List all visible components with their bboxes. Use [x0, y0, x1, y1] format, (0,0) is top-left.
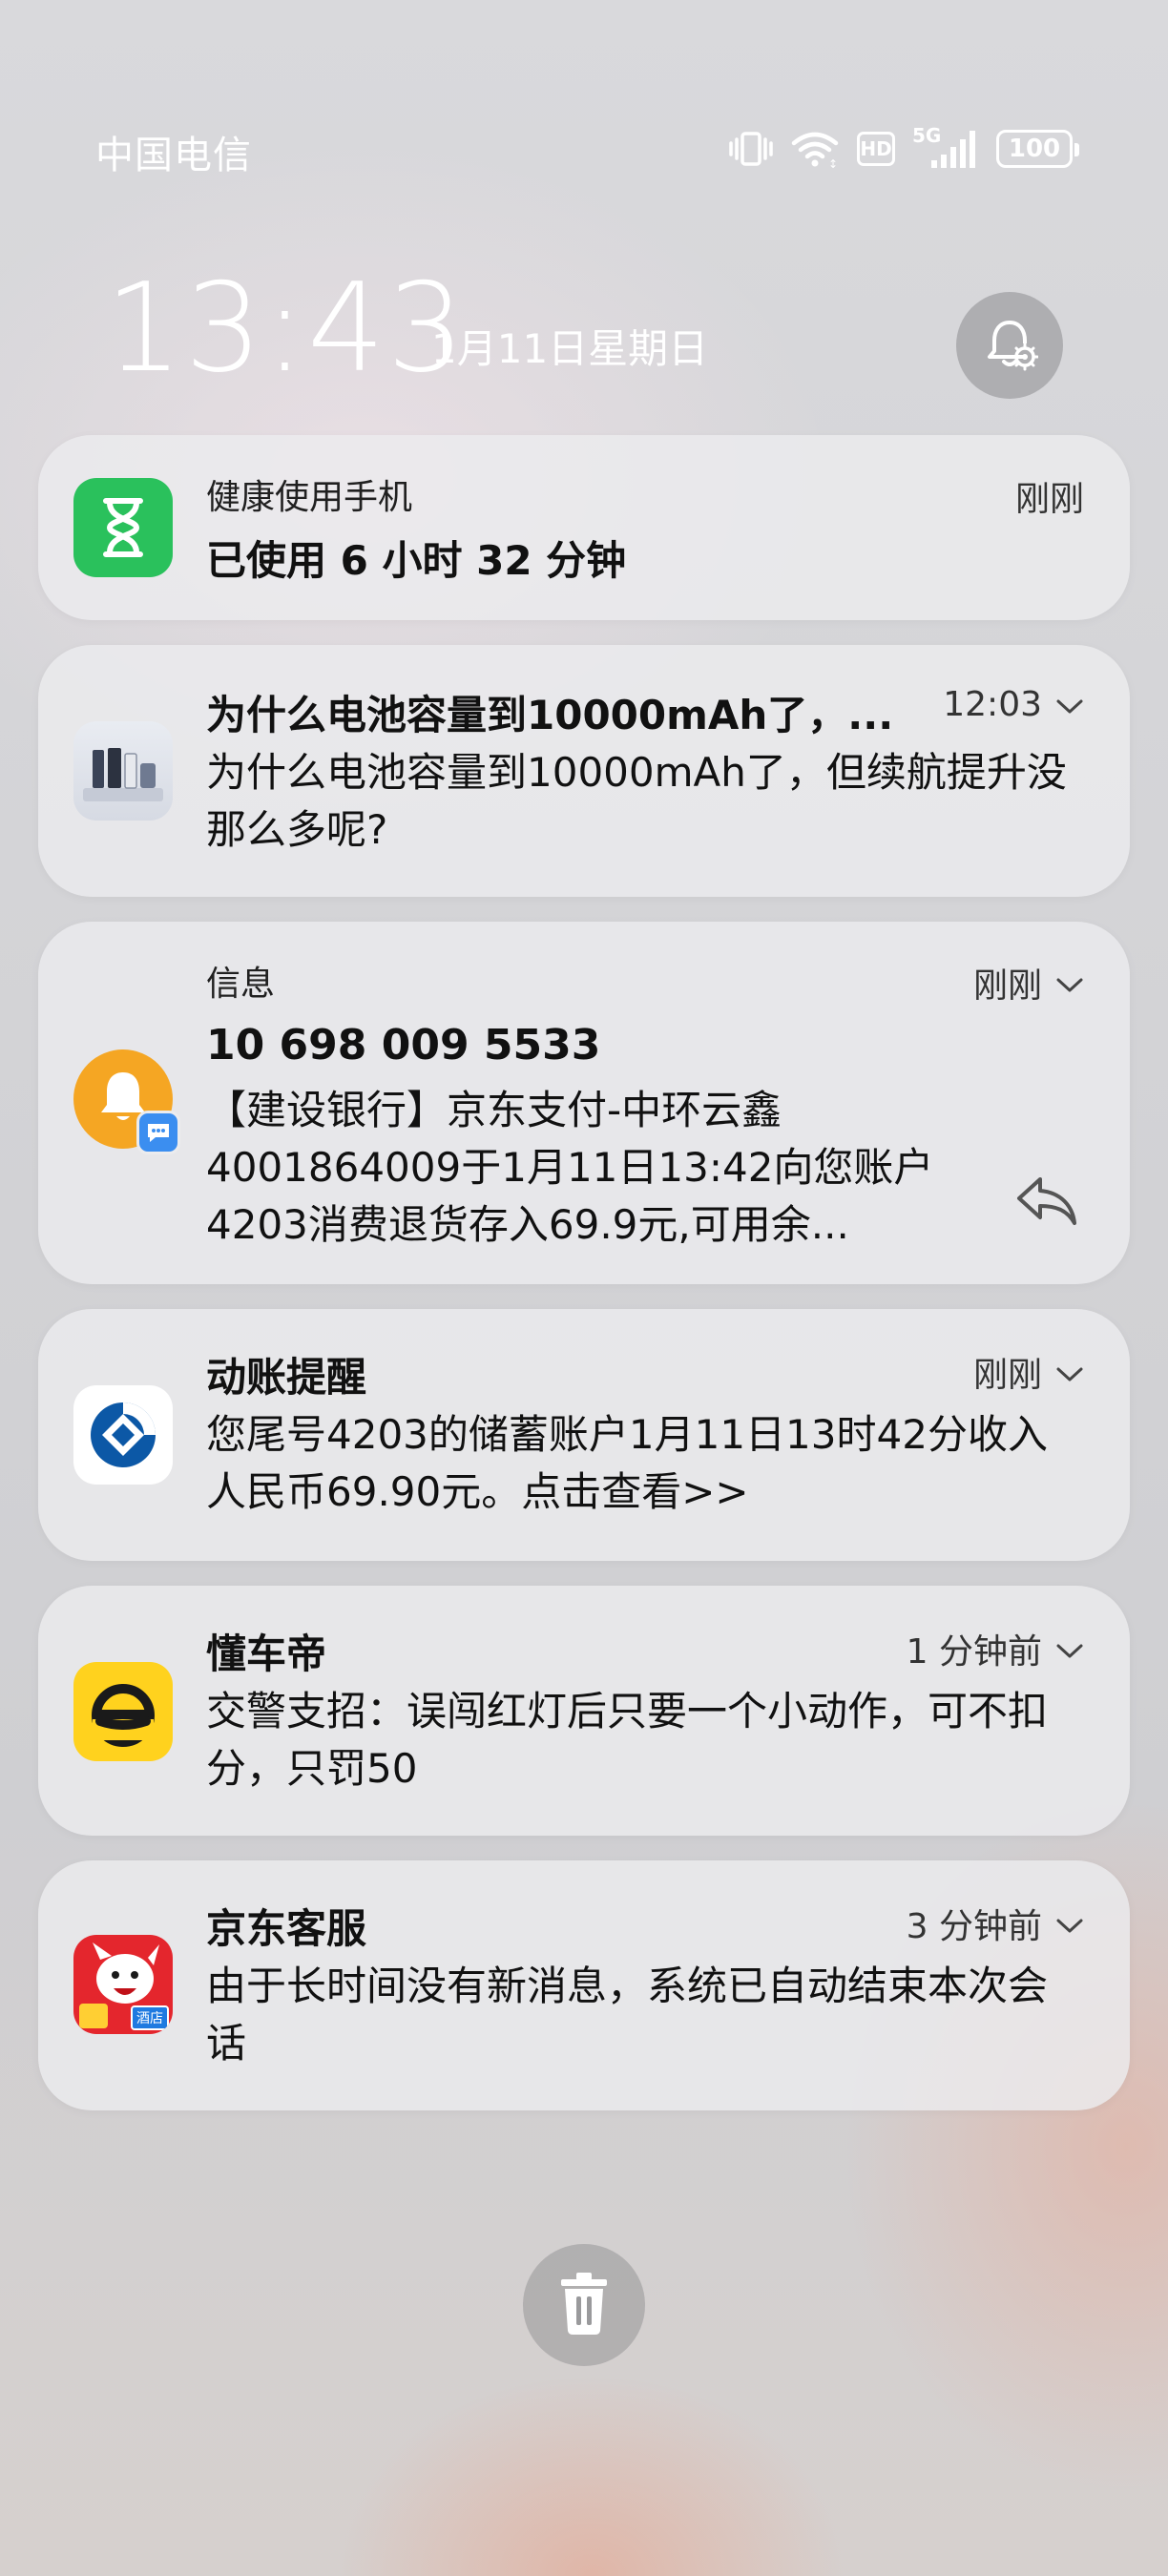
- reply-icon[interactable]: [1013, 1172, 1080, 1233]
- notification-time[interactable]: 刚刚: [973, 1347, 1084, 1397]
- notification-time[interactable]: 1 分钟前: [907, 1624, 1084, 1673]
- notification-body: 交警支招：误闯红灯后只要一个小动作，可不扣分，只罚50: [206, 1688, 1049, 1792]
- notification-sender: 10 698 009 5533: [206, 1021, 601, 1070]
- notification-time-label: 刚刚: [972, 1356, 1042, 1395]
- hourglass-icon: [73, 478, 173, 577]
- notification-body: 由于长时间没有新消息，系统已自动结束本次会话: [206, 1963, 1049, 2067]
- phone-thumbnail-icon: [73, 721, 173, 821]
- notification-time-label: 12:03: [943, 685, 1042, 724]
- notification-card-bank[interactable]: 动账提醒 刚刚 您尾号4203的储蓄账户1月11日13时42分收入人民币69.9…: [38, 1309, 1130, 1561]
- notification-time[interactable]: 12:03: [943, 685, 1084, 724]
- notification-card-dongchedi[interactable]: 懂车帝 1 分钟前 交警支招：误闯红灯后只要一个小动作，可不扣分，只罚50: [38, 1586, 1130, 1836]
- notification-settings-button[interactable]: [956, 292, 1063, 399]
- notification-title: 懂车帝: [206, 1631, 327, 1677]
- notification-time-label: 刚刚: [972, 966, 1042, 1006]
- clear-all-button[interactable]: [523, 2244, 645, 2366]
- status-icons: ↕ HD 5G 100: [729, 122, 1079, 176]
- notification-title: 为什么电池容量到10000mAh了，...: [206, 692, 894, 738]
- notification-card-sms[interactable]: 信息 刚刚 10 698 009 5533 【建设银行】京东支付-中环云鑫400…: [38, 922, 1130, 1284]
- svg-text:↕: ↕: [828, 157, 838, 168]
- battery-icon: 100: [996, 130, 1079, 168]
- notification-body: 为什么电池容量到10000mAh了，但续航提升没那么多呢?: [206, 749, 1067, 853]
- bell-icon: [73, 1049, 180, 1154]
- notification-time[interactable]: 刚刚: [973, 958, 1084, 1008]
- jd-hotel-label: 酒店: [131, 2005, 169, 2030]
- chevron-down-icon[interactable]: [1055, 1904, 1084, 1943]
- notification-card-jd[interactable]: 酒店 京东客服 3 分钟前 由于长时间没有新消息，系统已自动结束本次会话: [38, 1860, 1130, 2110]
- message-bubble-icon: [136, 1111, 180, 1154]
- notification-title: 动账提醒: [206, 1354, 367, 1401]
- clock-date: 1月11日星期日: [431, 325, 709, 372]
- notification-time: 刚刚: [1015, 471, 1084, 521]
- vibrate-icon: [729, 130, 773, 168]
- notification-app-name: 健康使用手机: [206, 478, 413, 517]
- notification-time-label: 3 分钟前: [906, 1907, 1042, 1946]
- chevron-down-icon[interactable]: [1055, 1353, 1084, 1392]
- notification-body: 已使用 6 小时 32 分钟: [206, 537, 627, 584]
- wifi-icon: ↕: [790, 130, 840, 168]
- notification-card-article[interactable]: 为什么电池容量到10000mAh了，... 12:03 为什么电池容量到1000…: [38, 645, 1130, 897]
- battery-level: 100: [1008, 135, 1061, 163]
- status-bar: 中国电信 ↕ HD 5G 100: [0, 114, 1168, 183]
- signal-5g-icon: 5G: [912, 124, 979, 170]
- trash-icon: [553, 2270, 615, 2340]
- chevron-down-icon[interactable]: [1055, 1630, 1084, 1669]
- dongchedi-icon: [73, 1662, 173, 1761]
- notification-card-digital-balance[interactable]: 健康使用手机 刚刚 已使用 6 小时 32 分钟: [38, 435, 1130, 620]
- chevron-down-icon[interactable]: [1055, 964, 1084, 1003]
- notification-body: 【建设银行】京东支付-中环云鑫4001864009于1月11日13:42向您账户…: [206, 1087, 934, 1248]
- notification-time[interactable]: 3 分钟前: [907, 1899, 1084, 1948]
- bell-settings-icon: [981, 315, 1039, 376]
- chevron-down-icon[interactable]: [1055, 685, 1084, 724]
- jd-mascot-icon: 酒店: [73, 1935, 173, 2034]
- notification-app-name: 信息: [206, 965, 276, 1004]
- notification-time-label: 1 分钟前: [906, 1632, 1042, 1672]
- hd-icon: HD: [857, 132, 895, 166]
- notification-title: 京东客服: [206, 1905, 367, 1952]
- ccb-bank-icon: [73, 1385, 173, 1485]
- clock-time: 13:43: [105, 258, 467, 400]
- carrier-name: 中国电信: [95, 134, 252, 177]
- notification-time-label: 刚刚: [1014, 480, 1084, 519]
- notification-body: 您尾号4203的储蓄账户1月11日13时42分收入人民币69.90元。点击查看>…: [206, 1411, 1048, 1515]
